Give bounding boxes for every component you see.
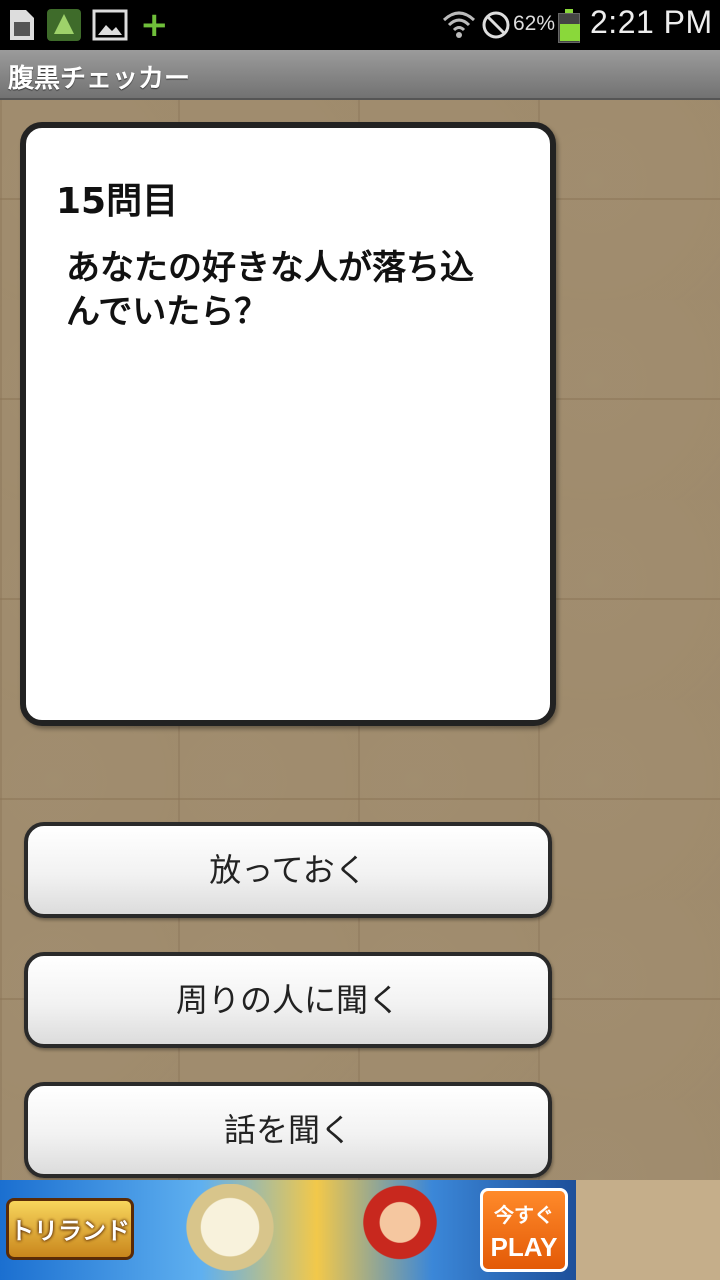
answer-button-3[interactable]: 話を聞く bbox=[24, 1082, 552, 1178]
ad-logo-text: トリランド bbox=[10, 1217, 130, 1245]
battery-percent: 62% bbox=[513, 12, 556, 35]
bottom-background bbox=[576, 1180, 720, 1280]
ad-character-image bbox=[330, 1184, 470, 1280]
battery-icon bbox=[558, 9, 580, 43]
wifi-icon bbox=[442, 11, 476, 38]
plus-icon: + bbox=[140, 5, 169, 45]
picture-icon bbox=[92, 9, 128, 41]
question-card: 15問目 あなたの好きな人が落ち込んでいたら？ bbox=[20, 122, 556, 726]
answer-button-2[interactable]: 周りの人に聞く bbox=[24, 952, 552, 1048]
answer-button-1[interactable]: 放っておく bbox=[24, 822, 552, 918]
ad-character-image bbox=[150, 1184, 310, 1280]
question-number: 15問目 bbox=[56, 181, 179, 222]
status-bar: + 62% 2:21 PM bbox=[0, 0, 720, 50]
app-title-bar: 腹黒チェッカー bbox=[0, 50, 720, 100]
ad-play-top-label: 今すぐ bbox=[494, 1205, 554, 1227]
question-text: あなたの好きな人が落ち込んでいたら？ bbox=[66, 248, 474, 332]
sd-card-icon bbox=[10, 10, 34, 40]
ad-banner[interactable]: トリランド 今すぐ PLAY bbox=[0, 1180, 576, 1280]
app-title: 腹黒チェッカー bbox=[8, 64, 191, 94]
ad-game-logo: トリランド bbox=[6, 1198, 134, 1260]
ad-play-bottom-label: PLAY bbox=[490, 1232, 558, 1262]
clock: 2:21 PM bbox=[590, 4, 713, 40]
block-icon bbox=[482, 11, 510, 39]
ad-play-button[interactable]: 今すぐ PLAY bbox=[480, 1188, 568, 1272]
app-dragon-icon bbox=[47, 9, 81, 41]
